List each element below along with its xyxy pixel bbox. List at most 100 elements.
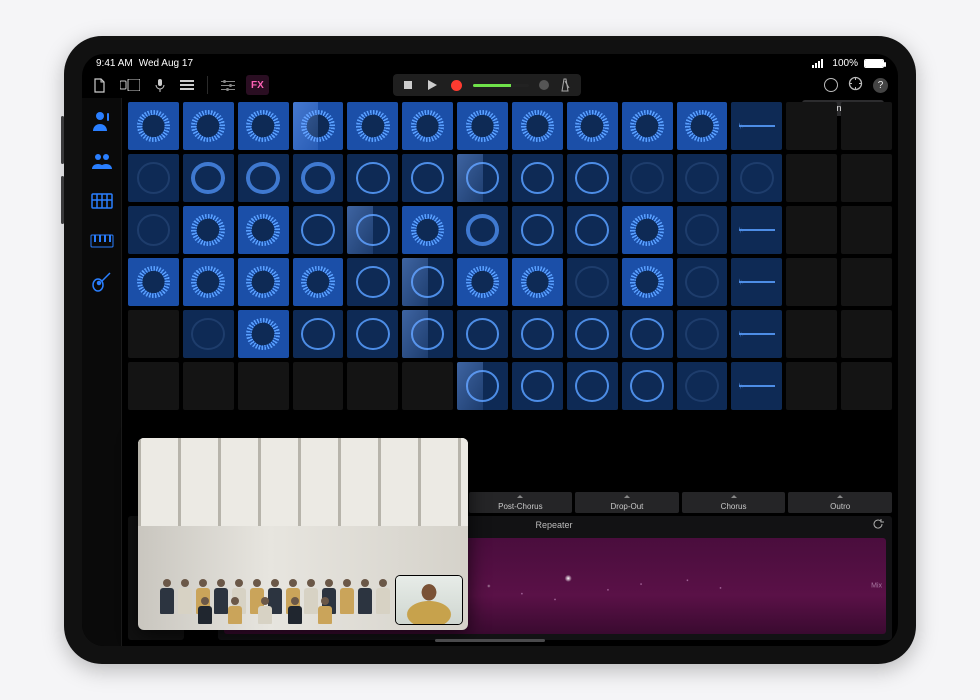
loop-cell[interactable] bbox=[402, 154, 453, 202]
facetime-pip-window[interactable] bbox=[138, 438, 468, 630]
my-songs-button[interactable] bbox=[88, 75, 111, 95]
pip-self-video[interactable] bbox=[396, 576, 462, 624]
loop-cell[interactable] bbox=[293, 258, 344, 306]
track-controls-button[interactable] bbox=[216, 75, 240, 95]
loop-cell[interactable] bbox=[347, 102, 398, 150]
loop-cell[interactable] bbox=[677, 310, 728, 358]
loop-cell[interactable] bbox=[512, 310, 563, 358]
guitar-track-icon[interactable] bbox=[89, 268, 115, 294]
loop-cell[interactable] bbox=[457, 310, 508, 358]
loop-cell[interactable] bbox=[677, 206, 728, 254]
vocalist-track-icon[interactable] bbox=[89, 108, 115, 134]
loop-cell[interactable] bbox=[293, 310, 344, 358]
loop-cell[interactable] bbox=[512, 154, 563, 202]
loop-cell[interactable] bbox=[128, 206, 179, 254]
help-button[interactable]: ? bbox=[873, 78, 888, 93]
loop-cell[interactable] bbox=[841, 154, 892, 202]
loop-cell[interactable] bbox=[293, 154, 344, 202]
reset-icon[interactable] bbox=[872, 519, 884, 532]
settings-button[interactable] bbox=[848, 76, 863, 94]
loop-cell[interactable] bbox=[402, 310, 453, 358]
loop-cell[interactable] bbox=[293, 102, 344, 150]
loop-cell[interactable] bbox=[183, 362, 234, 410]
group-track-icon[interactable] bbox=[89, 148, 115, 174]
loop-cell[interactable] bbox=[677, 102, 728, 150]
loop-cell[interactable] bbox=[238, 310, 289, 358]
loop-cell[interactable] bbox=[786, 154, 837, 202]
loop-cell[interactable] bbox=[567, 258, 618, 306]
loop-cell[interactable] bbox=[402, 206, 453, 254]
loop-cell[interactable] bbox=[622, 362, 673, 410]
loop-cell[interactable] bbox=[567, 310, 618, 358]
loop-cell[interactable] bbox=[128, 154, 179, 202]
loop-cell[interactable] bbox=[183, 102, 234, 150]
mic-button[interactable] bbox=[149, 75, 171, 95]
stop-button[interactable] bbox=[401, 78, 415, 92]
loop-cell[interactable] bbox=[786, 362, 837, 410]
loop-cell[interactable] bbox=[183, 154, 234, 202]
loop-cell[interactable] bbox=[512, 206, 563, 254]
loop-cell[interactable] bbox=[567, 206, 618, 254]
play-button[interactable] bbox=[425, 78, 439, 92]
loop-cell[interactable] bbox=[731, 102, 782, 150]
loop-cell[interactable] bbox=[512, 258, 563, 306]
loop-cell[interactable] bbox=[841, 310, 892, 358]
loop-cell[interactable] bbox=[347, 206, 398, 254]
loop-cell[interactable] bbox=[457, 154, 508, 202]
keyboard-track-icon[interactable] bbox=[89, 228, 115, 254]
section-button[interactable]: Outro bbox=[788, 492, 892, 513]
loop-cell[interactable] bbox=[622, 102, 673, 150]
loop-cell[interactable] bbox=[347, 154, 398, 202]
loop-cell[interactable] bbox=[786, 206, 837, 254]
loop-cell[interactable] bbox=[293, 206, 344, 254]
loop-cell[interactable] bbox=[731, 362, 782, 410]
loop-cell[interactable] bbox=[402, 258, 453, 306]
loop-cell[interactable] bbox=[183, 258, 234, 306]
loop-cell[interactable] bbox=[457, 362, 508, 410]
loop-cell[interactable] bbox=[841, 206, 892, 254]
loop-cell[interactable] bbox=[457, 258, 508, 306]
loop-cell[interactable] bbox=[731, 206, 782, 254]
loop-cell[interactable] bbox=[128, 310, 179, 358]
loop-cell[interactable] bbox=[567, 102, 618, 150]
master-volume-knob[interactable] bbox=[539, 80, 549, 90]
loop-cell[interactable] bbox=[841, 102, 892, 150]
loop-cell[interactable] bbox=[677, 362, 728, 410]
loop-cell[interactable] bbox=[128, 258, 179, 306]
loop-cell[interactable] bbox=[731, 154, 782, 202]
loop-cell[interactable] bbox=[238, 102, 289, 150]
loop-cell[interactable] bbox=[238, 362, 289, 410]
loop-cell[interactable] bbox=[128, 102, 179, 150]
record-button[interactable] bbox=[449, 78, 463, 92]
loop-cell[interactable] bbox=[347, 362, 398, 410]
loop-cell[interactable] bbox=[402, 102, 453, 150]
loop-cell[interactable] bbox=[622, 258, 673, 306]
loop-cell[interactable] bbox=[402, 362, 453, 410]
home-indicator[interactable] bbox=[435, 639, 545, 642]
loop-cell[interactable] bbox=[457, 206, 508, 254]
loop-cell[interactable] bbox=[512, 362, 563, 410]
loop-cell[interactable] bbox=[841, 362, 892, 410]
loop-grid[interactable] bbox=[122, 98, 898, 492]
loop-cell[interactable] bbox=[677, 154, 728, 202]
browser-button[interactable] bbox=[115, 75, 145, 95]
loop-cell[interactable] bbox=[786, 258, 837, 306]
section-button[interactable]: Post-Chorus bbox=[469, 492, 573, 513]
loop-cell[interactable] bbox=[293, 362, 344, 410]
loop-cell[interactable] bbox=[731, 310, 782, 358]
section-button[interactable]: Chorus bbox=[682, 492, 786, 513]
loop-cell[interactable] bbox=[183, 310, 234, 358]
loop-cell[interactable] bbox=[347, 310, 398, 358]
loop-cell[interactable] bbox=[238, 154, 289, 202]
drum-machine-track-icon[interactable] bbox=[89, 188, 115, 214]
loop-cell[interactable] bbox=[622, 310, 673, 358]
loop-cell[interactable] bbox=[567, 154, 618, 202]
fx-button[interactable]: FX bbox=[246, 75, 269, 95]
loop-cell[interactable] bbox=[841, 258, 892, 306]
metronome-button[interactable] bbox=[559, 78, 573, 92]
tracks-view-button[interactable] bbox=[175, 75, 199, 95]
loop-cell[interactable] bbox=[512, 102, 563, 150]
loop-cell[interactable] bbox=[183, 206, 234, 254]
loop-cell[interactable] bbox=[567, 362, 618, 410]
loop-cell[interactable] bbox=[238, 258, 289, 306]
